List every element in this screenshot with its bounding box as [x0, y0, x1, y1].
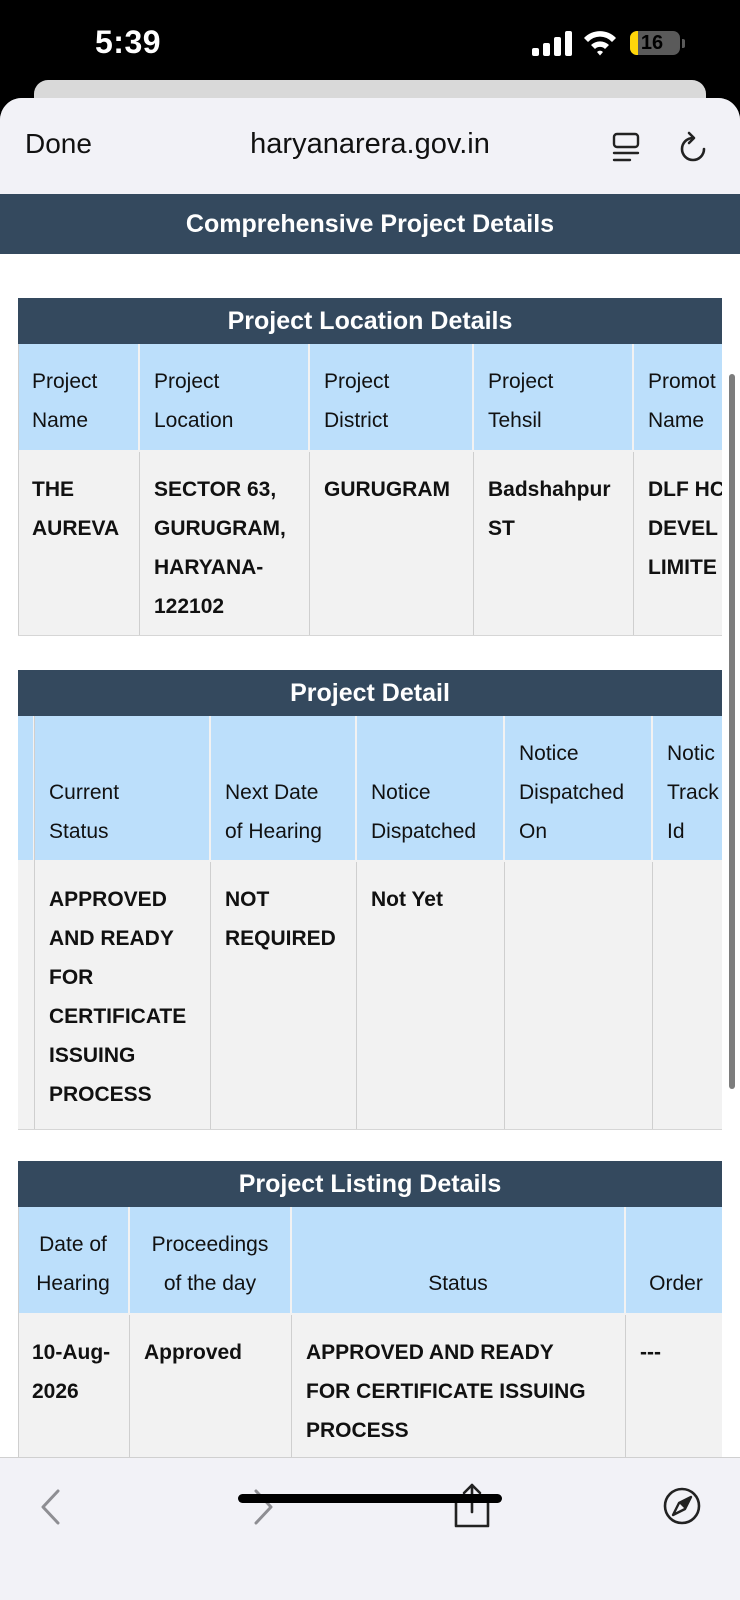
column-divider — [210, 862, 211, 1129]
home-indicator — [238, 1494, 502, 1503]
location-header-project-district: Project District — [310, 344, 472, 450]
column-divider — [473, 452, 474, 635]
project-location-table: Project Location Details Project Name Pr… — [18, 298, 722, 636]
compass-icon[interactable] — [662, 1486, 702, 1526]
detail-header-notice-track-id: Notic Track Id — [653, 716, 722, 860]
column-divider — [309, 452, 310, 635]
table-border — [18, 1207, 19, 1457]
detail-cell-current-status: APPROVED AND READY FOR CERTIFICATE ISSUI… — [35, 862, 209, 1129]
location-header-promoter-name: Promot Name — [634, 344, 722, 450]
listing-header-proceedings: Proceedings of the day — [130, 1207, 290, 1313]
column-divider — [504, 862, 505, 1129]
detail-header-partial — [18, 716, 33, 860]
column-divider — [356, 862, 357, 1129]
cellular-signal-icon — [532, 30, 574, 56]
detail-cell-partial — [18, 862, 33, 1129]
detail-cell-notice-dispatched-on — [505, 862, 651, 1129]
detail-cell-next-hearing: NOT REQUIRED — [211, 862, 355, 1129]
column-divider — [291, 1315, 292, 1457]
listing-cell-order: --- — [626, 1315, 722, 1457]
listing-table-title: Project Listing Details — [18, 1161, 722, 1207]
project-detail-table: Project Detail Current Status Next Date … — [18, 670, 722, 1130]
column-divider — [139, 452, 140, 635]
location-cell-promoter-name: DLF HC DEVEL LIMITE — [634, 452, 722, 635]
location-header-project-name: Project Name — [18, 344, 138, 450]
table-border — [18, 344, 19, 635]
status-bar: 5:39 16 — [0, 0, 740, 90]
listing-header-status: Status — [292, 1207, 624, 1313]
column-divider — [652, 862, 653, 1129]
column-divider — [129, 1315, 130, 1457]
listing-cell-date-of-hearing: 10-Aug- 2026 — [18, 1315, 128, 1457]
status-time: 5:39 — [95, 24, 162, 60]
location-cell-project-location: SECTOR 63, GURUGRAM, HARYANA- 122102 — [140, 452, 308, 635]
browser-navbar: Done haryanarera.gov.in — [0, 98, 740, 194]
column-divider — [625, 1315, 626, 1457]
browser-sheet: Done haryanarera.gov.in Comprehensive Pr… — [0, 98, 740, 1600]
detail-header-current-status: Current Status — [35, 716, 209, 860]
column-divider — [34, 716, 35, 1129]
reload-icon[interactable] — [678, 130, 708, 164]
location-header-project-tehsil: Project Tehsil — [474, 344, 632, 450]
vertical-scrollbar[interactable] — [729, 374, 735, 1089]
detail-header-next-hearing: Next Date of Hearing — [211, 716, 355, 860]
listing-cell-proceedings: Approved — [130, 1315, 290, 1457]
browser-toolbar — [0, 1457, 740, 1600]
location-cell-project-tehsil: Badshahpur ST — [474, 452, 632, 635]
listing-header-order: Order — [626, 1207, 722, 1313]
web-content[interactable]: Comprehensive Project Details Project Lo… — [0, 194, 740, 1457]
location-table-title: Project Location Details — [18, 298, 722, 344]
detail-cell-notice-dispatched: Not Yet — [357, 862, 503, 1129]
battery-icon: 16 — [630, 31, 680, 55]
listing-header-date-of-hearing: Date of Hearing — [18, 1207, 128, 1313]
detail-header-notice-dispatched: Notice Dispatched — [357, 716, 503, 860]
page-header: Comprehensive Project Details — [0, 194, 740, 254]
share-icon[interactable] — [452, 1482, 492, 1528]
location-cell-project-district: GURUGRAM — [310, 452, 472, 635]
detail-cell-notice-track-id — [653, 862, 722, 1129]
location-cell-project-name: THE AUREVA — [18, 452, 138, 635]
reader-mode-icon[interactable] — [612, 132, 640, 164]
detail-table-title: Project Detail — [18, 670, 722, 716]
project-listing-table: Project Listing Details Date of Hearing … — [18, 1161, 722, 1457]
back-icon[interactable] — [38, 1488, 64, 1526]
battery-percentage: 16 — [640, 32, 664, 54]
battery-tip — [682, 39, 685, 48]
column-divider — [633, 452, 634, 635]
listing-cell-status: APPROVED AND READY FOR CERTIFICATE ISSUI… — [292, 1315, 624, 1457]
wifi-icon — [584, 31, 616, 56]
location-header-project-location: Project Location — [140, 344, 308, 450]
detail-header-notice-dispatched-on: Notice Dispatched On — [505, 716, 651, 860]
